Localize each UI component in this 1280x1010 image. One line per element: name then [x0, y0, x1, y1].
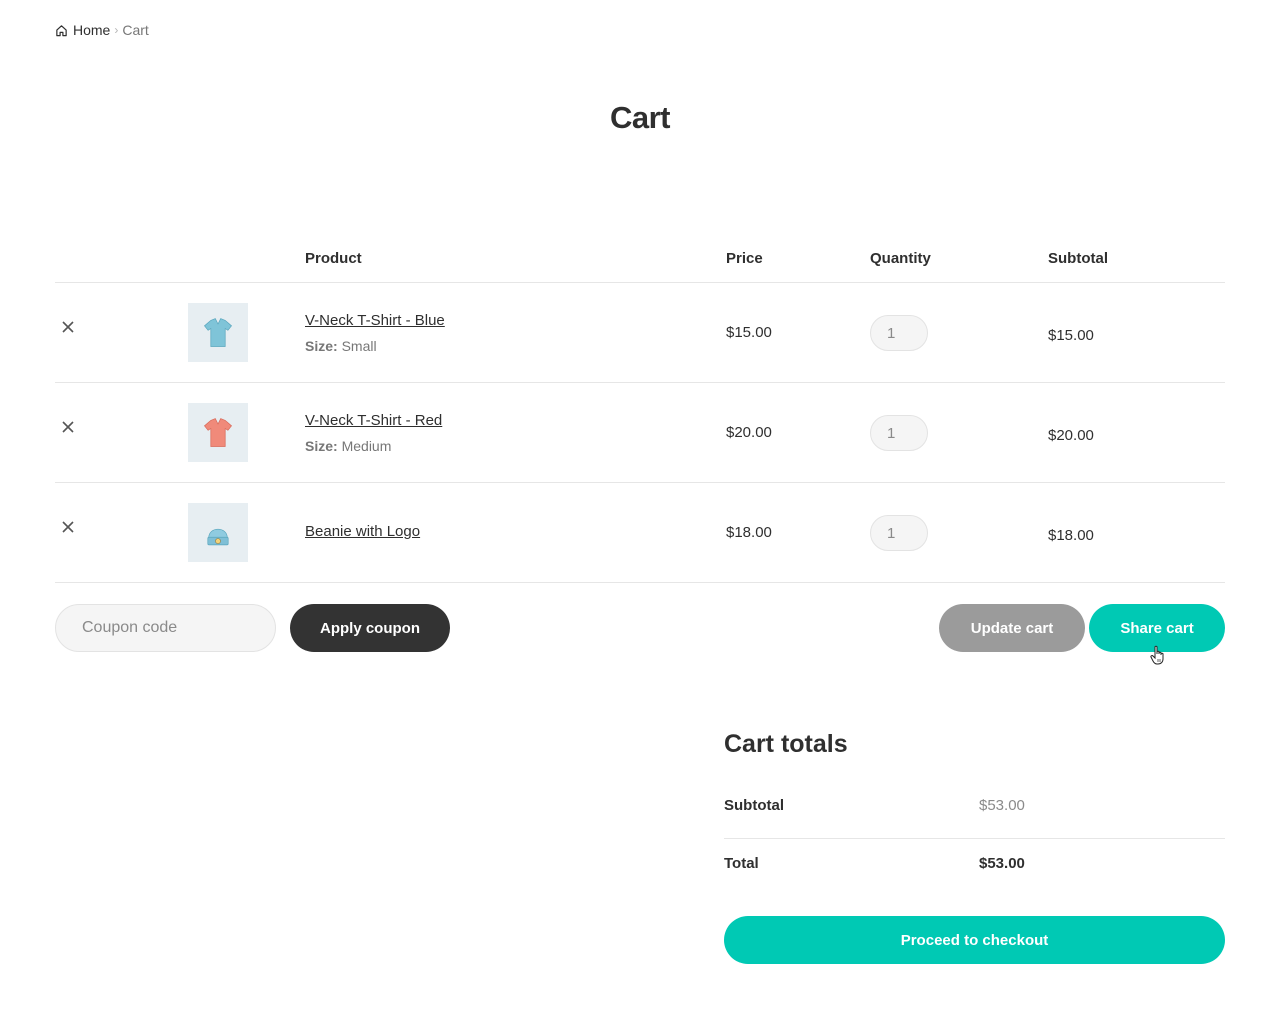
- update-cart-button[interactable]: Update cart: [939, 604, 1085, 652]
- breadcrumb-separator: ›: [114, 23, 119, 37]
- remove-item-icon[interactable]: [60, 419, 76, 435]
- beanie-icon: [207, 528, 229, 545]
- product-price: $18.00: [726, 524, 772, 541]
- remove-item-icon[interactable]: [60, 319, 76, 335]
- product-thumbnail[interactable]: [188, 503, 248, 562]
- red-tshirt-icon: [204, 417, 232, 447]
- product-subtotal: $15.00: [1048, 327, 1094, 344]
- breadcrumb: Home › Cart: [55, 22, 149, 38]
- meta-label: Size:: [305, 438, 338, 454]
- product-price: $15.00: [726, 324, 772, 341]
- product-name-link[interactable]: Beanie with Logo: [305, 523, 420, 540]
- coupon-code-input[interactable]: [55, 604, 276, 652]
- product-meta: Size: Small: [305, 338, 377, 354]
- subtotal-value: $53.00: [979, 797, 1025, 814]
- blue-tshirt-icon: [204, 317, 232, 347]
- product-meta: Size: Medium: [305, 438, 391, 454]
- home-icon[interactable]: [55, 24, 68, 37]
- breadcrumb-home-link[interactable]: Home: [73, 22, 110, 38]
- product-price: $20.00: [726, 424, 772, 441]
- total-value: $53.00: [979, 855, 1025, 872]
- product-name-link[interactable]: V-Neck T-Shirt - Red: [305, 412, 442, 429]
- cart-totals-title: Cart totals: [724, 730, 848, 758]
- subtotal-label: Subtotal: [724, 797, 784, 814]
- quantity-input[interactable]: [870, 515, 928, 551]
- totals-subtotal-row: Subtotal $53.00: [724, 781, 1225, 839]
- proceed-to-checkout-button[interactable]: Proceed to checkout: [724, 916, 1225, 964]
- product-thumbnail[interactable]: [188, 403, 248, 462]
- totals-total-row: Total $53.00: [724, 839, 1225, 897]
- product-name-link[interactable]: V-Neck T-Shirt - Blue: [305, 312, 445, 329]
- table-row: V-Neck T-Shirt - Red Size: Medium $20.00…: [55, 383, 1225, 483]
- meta-value: Small: [341, 338, 377, 354]
- hand-cursor-icon: [1149, 645, 1167, 665]
- table-row: Beanie with Logo $18.00 $18.00: [55, 483, 1225, 583]
- meta-value: Medium: [341, 438, 392, 454]
- cart-table: Product Price Quantity Subtotal V-Neck T…: [55, 238, 1225, 583]
- header-subtotal: Subtotal: [1048, 250, 1108, 267]
- product-subtotal: $18.00: [1048, 527, 1094, 544]
- header-price: Price: [726, 250, 763, 267]
- meta-label: Size:: [305, 338, 338, 354]
- table-header: Product Price Quantity Subtotal: [55, 238, 1225, 283]
- header-quantity: Quantity: [870, 250, 931, 267]
- quantity-input[interactable]: [870, 315, 928, 351]
- header-product: Product: [305, 250, 362, 267]
- total-label: Total: [724, 855, 759, 872]
- cart-totals: Cart totals Subtotal $53.00 Total $53.00: [724, 730, 1225, 897]
- table-row: V-Neck T-Shirt - Blue Size: Small $15.00…: [55, 283, 1225, 383]
- remove-item-icon[interactable]: [60, 519, 76, 535]
- product-subtotal: $20.00: [1048, 427, 1094, 444]
- apply-coupon-button[interactable]: Apply coupon: [290, 604, 450, 652]
- page-title: Cart: [609, 100, 671, 135]
- quantity-input[interactable]: [870, 415, 928, 451]
- product-thumbnail[interactable]: [188, 303, 248, 362]
- breadcrumb-current: Cart: [122, 22, 149, 38]
